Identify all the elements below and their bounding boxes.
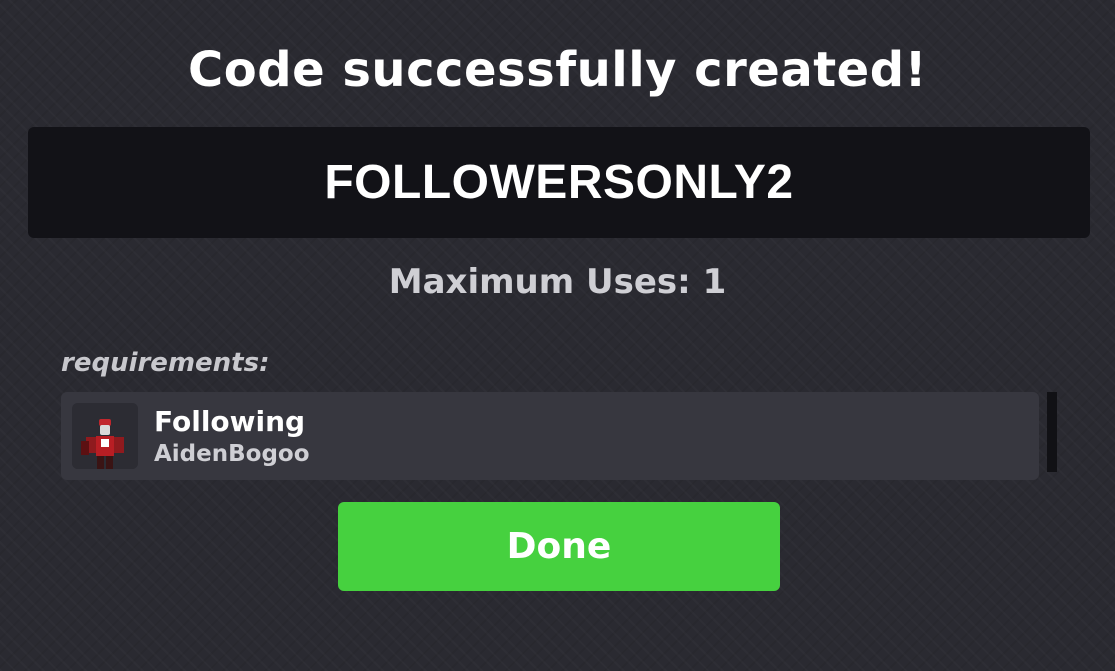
done-button[interactable]: Done xyxy=(338,502,780,591)
requirements-label: requirements: xyxy=(61,348,270,378)
avatar-figure xyxy=(72,403,138,469)
requirements-list[interactable]: Following AidenBogoo xyxy=(61,392,1039,480)
roblox-avatar-icon xyxy=(72,403,138,469)
requirements-scrollbar[interactable] xyxy=(1047,392,1057,472)
requirement-username: AidenBogoo xyxy=(154,441,310,467)
dialog-title: Code successfully created! xyxy=(188,42,927,98)
requirement-type-label: Following xyxy=(154,405,306,438)
requirement-item-following: Following AidenBogoo xyxy=(61,392,1039,480)
code-text: FOLLOWERSONLY2 xyxy=(324,156,794,209)
max-uses-text: Maximum Uses: 1 xyxy=(388,262,727,302)
code-display-box: FOLLOWERSONLY2 xyxy=(28,127,1090,238)
